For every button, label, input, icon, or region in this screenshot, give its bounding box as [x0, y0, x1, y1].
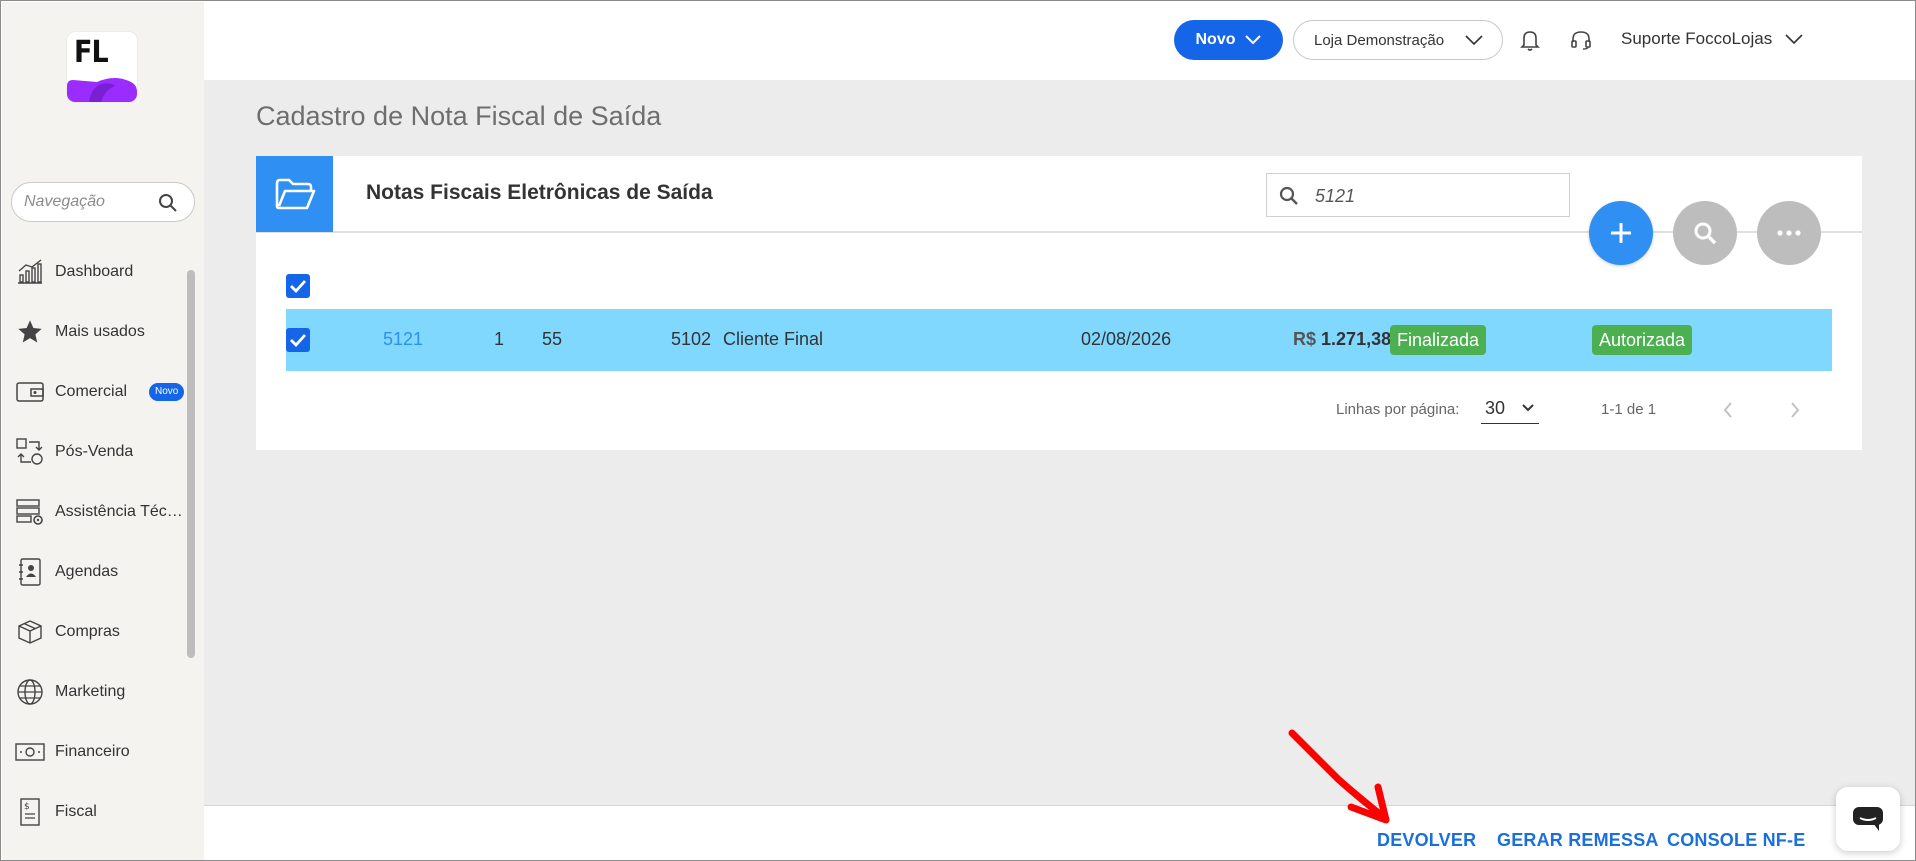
folder-icon [256, 156, 333, 232]
chat-widget-button[interactable] [1836, 787, 1900, 851]
more-horizontal-icon [1777, 230, 1801, 236]
sidebar-item-comercial[interactable]: Comercial Novo [2, 362, 185, 422]
sidebar-item-dashboard[interactable]: Dashboard [2, 242, 184, 302]
logo-text: FL [74, 35, 109, 70]
add-button[interactable] [1589, 201, 1653, 265]
advanced-search-button[interactable] [1673, 201, 1737, 265]
invoice-model: 55 [542, 329, 563, 349]
chevron-down-icon [1244, 35, 1261, 45]
sidebar: FL Dashboard Mais usa [2, 2, 204, 860]
invoice-number-link[interactable]: 5121 [383, 329, 423, 350]
more-options-button[interactable] [1757, 201, 1821, 265]
server-gear-icon [14, 496, 46, 528]
navigation-search[interactable] [11, 182, 195, 222]
console-nfe-button[interactable]: CONSOLE NF-E [1667, 830, 1805, 851]
sidebar-item-marketing[interactable]: Marketing [2, 662, 184, 722]
sidebar-item-fiscal[interactable]: $ Fiscal [2, 782, 184, 842]
pagination-range: 1-1 de 1 [1601, 401, 1657, 418]
app-window: FL Dashboard Mais usa [0, 0, 1916, 861]
plus-icon [1611, 223, 1631, 243]
action-footer: DEVOLVER GERAR REMESSA CONSOLE NF-E [204, 805, 1915, 860]
sidebar-item-mais-usados[interactable]: Mais usados [2, 302, 184, 362]
navigation-search-input[interactable] [24, 192, 154, 212]
bell-icon[interactable] [1520, 29, 1540, 56]
devolver-button[interactable]: DEVOLVER [1377, 830, 1476, 851]
store-name: Loja Demonstração [1314, 31, 1445, 49]
app-logo[interactable]: FL [67, 32, 137, 102]
sidebar-item-label: Fiscal [55, 803, 97, 820]
chevron-down-icon [1522, 404, 1534, 412]
new-button[interactable]: Novo [1174, 20, 1283, 60]
sidebar-item-pos-venda[interactable]: Pós-Venda [2, 422, 184, 482]
sidebar-item-label: Assistência Técn... [55, 503, 183, 520]
status-badge: Finalizada [1390, 325, 1487, 355]
new-badge: Novo [149, 383, 185, 401]
sidebar-item-label: Dashboard [55, 263, 134, 280]
invoice-search[interactable] [1266, 173, 1570, 217]
sidebar-item-label: Financeiro [55, 743, 130, 760]
table-row[interactable]: 5121 1 55 5102 Cliente Final 02/08/2026 … [286, 309, 1832, 371]
sidebar-item-label: Comercial [55, 383, 128, 400]
sidebar-item-label: Pós-Venda [55, 443, 134, 460]
globe-icon [14, 676, 46, 708]
invoices-card: Notas Fiscais Eletrônicas de Saída 5121 … [256, 156, 1862, 450]
gerar-remessa-button[interactable]: GERAR REMESSA [1497, 830, 1659, 851]
chevron-right-icon[interactable] [1789, 401, 1801, 424]
money-icon [14, 736, 46, 768]
currency-symbol: R$ [1293, 329, 1317, 349]
wallet-icon [14, 376, 46, 408]
select-all-checkbox[interactable] [286, 274, 310, 298]
rows-per-page-value: 30 [1485, 398, 1506, 418]
invoice-series: 1 [494, 329, 505, 349]
invoice-cfop: 5102 [671, 329, 712, 349]
store-selector[interactable]: Loja Demonstração [1293, 20, 1503, 60]
page-title: Cadastro de Nota Fiscal de Saída [256, 101, 662, 131]
top-bar: Novo Loja Demonstração Suporte FoccoLoja… [204, 2, 1915, 80]
rows-per-page-label: Linhas por página: [1336, 401, 1460, 418]
sidebar-item-label: Marketing [55, 683, 126, 700]
sidebar-item-label: Agendas [55, 563, 119, 580]
sidebar-item-label: Mais usados [55, 323, 145, 340]
search-icon [1694, 222, 1717, 245]
sidebar-item-assistencia-tecnica[interactable]: Assistência Técn... [2, 482, 184, 542]
chart-line-icon [14, 256, 46, 288]
contact-book-icon [14, 556, 46, 588]
main-content: Cadastro de Nota Fiscal de Saída Notas F… [204, 80, 1915, 805]
sidebar-nav: Dashboard Mais usados Comercial Novo Pós… [2, 242, 185, 842]
chevron-left-icon[interactable] [1722, 401, 1734, 424]
sidebar-item-agendas[interactable]: Agendas [2, 542, 184, 602]
new-button-label: Novo [1195, 31, 1236, 48]
user-menu[interactable]: Suporte FoccoLojas [1621, 29, 1804, 49]
box-icon [14, 616, 46, 648]
rows-per-page-select[interactable]: 30 [1481, 394, 1539, 424]
svg-text:$: $ [24, 802, 30, 812]
exchange-icon [14, 436, 46, 468]
logo-shape-icon [67, 78, 137, 102]
user-name: Suporte FoccoLojas [1621, 29, 1773, 48]
invoice-customer: Cliente Final [723, 329, 824, 349]
amount-value: 1.271,38 [1321, 329, 1392, 349]
sefaz-status-badge: Autorizada [1592, 325, 1693, 355]
invoice-amount: R$ 1.271,38 [1293, 329, 1391, 350]
sidebar-item-financeiro[interactable]: Financeiro [2, 722, 184, 782]
check-icon [290, 334, 307, 347]
star-icon [14, 316, 46, 348]
invoice-search-input[interactable] [1315, 185, 1555, 207]
chevron-down-icon [1785, 34, 1803, 45]
annotation-arrow-icon [1288, 729, 1390, 824]
check-icon [290, 280, 307, 293]
sidebar-scrollbar[interactable] [187, 270, 195, 658]
card-title: Notas Fiscais Eletrônicas de Saída [366, 181, 713, 204]
invoice-date: 02/08/2026 [1081, 329, 1172, 349]
receipt-icon: $ [14, 796, 46, 828]
chat-icon [1853, 807, 1883, 831]
headset-icon[interactable] [1570, 29, 1592, 56]
search-icon[interactable] [158, 193, 178, 218]
search-icon [1279, 186, 1299, 211]
sidebar-item-label: Compras [55, 623, 120, 640]
row-checkbox[interactable] [286, 328, 310, 352]
chevron-down-icon [1465, 35, 1483, 46]
sidebar-item-compras[interactable]: Compras [2, 602, 184, 662]
